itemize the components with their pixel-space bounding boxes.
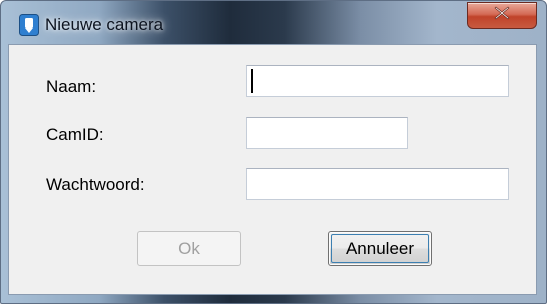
- password-label: Wachtwoord:: [46, 175, 145, 194]
- camid-input[interactable]: [246, 117, 408, 149]
- window-title: Nieuwe camera: [45, 15, 164, 34]
- focus-ring: [331, 234, 429, 263]
- name-input[interactable]: [246, 65, 509, 97]
- text-caret: [251, 69, 253, 93]
- password-input[interactable]: [246, 168, 509, 200]
- close-icon: [494, 6, 510, 25]
- camera-app-icon: [19, 14, 39, 36]
- name-label: Naam:: [46, 77, 97, 96]
- title-bar[interactable]: Nieuwe camera: [1, 1, 546, 45]
- ok-button[interactable]: Ok: [137, 231, 241, 266]
- camid-label: CamID:: [46, 125, 104, 144]
- cancel-button[interactable]: Annuleer: [328, 231, 432, 266]
- close-button[interactable]: [467, 2, 537, 29]
